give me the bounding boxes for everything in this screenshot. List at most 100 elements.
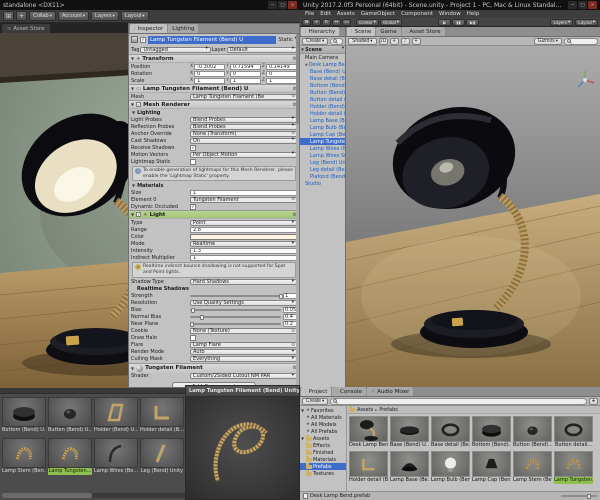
component-enabled-checkbox[interactable]: ✓: [136, 102, 142, 107]
scale-tool-icon[interactable]: ⇔: [332, 18, 341, 26]
dropdown-field[interactable]: Point ▾: [190, 219, 297, 226]
text-field[interactable]: 1: [190, 189, 297, 196]
hierarchy-item[interactable]: Bottom (Bend) Unity: [300, 82, 345, 89]
close-icon[interactable]: ×: [288, 1, 297, 9]
audio-toggle-icon[interactable]: ♪: [400, 37, 410, 45]
dropdown-field[interactable]: Realtime ▾: [190, 240, 297, 247]
asset-thumbnail[interactable]: Bottom (Bend)...: [472, 416, 511, 449]
slider[interactable]: 1: [190, 293, 297, 300]
favorite-item[interactable]: ★ All Models: [300, 421, 346, 428]
foldout-arrow-icon[interactable]: ▼: [305, 63, 308, 67]
collab-dropdown[interactable]: Collab ▾: [29, 11, 56, 21]
asset-thumbnail[interactable]: Lamp Stem (Ben...: [2, 438, 46, 475]
pan-tool-icon[interactable]: ⊞: [3, 11, 14, 21]
slider-value[interactable]: 0.2: [283, 321, 297, 328]
asset-thumbnail[interactable]: Holder detail (B...: [349, 451, 388, 484]
dropdown-field[interactable]: Blend Probes ▾: [190, 123, 297, 130]
asset-thumbnail[interactable]: Lamp Tungsten...: [554, 451, 593, 484]
minimize-icon[interactable]: ─: [268, 1, 277, 9]
layer-dropdown[interactable]: Default ▾: [226, 46, 298, 53]
text-field[interactable]: 1.3: [190, 247, 297, 254]
realtime-shadows-foldout[interactable]: Realtime Shadows: [129, 286, 299, 293]
foldout-arrow-icon[interactable]: ▼: [131, 102, 134, 107]
tab-inspector[interactable]: ⁞ Inspector: [130, 24, 168, 33]
play-icon[interactable]: ▶: [438, 19, 451, 26]
layers-dropdown[interactable]: Layers ▾: [91, 11, 119, 21]
hierarchy-item[interactable]: Lamp Cap (Bend) Unity: [300, 131, 345, 138]
preview-render[interactable]: [186, 397, 299, 499]
asset-thumbnail[interactable]: Lamp Stem (Be...: [513, 451, 552, 484]
slider-value[interactable]: 0.05: [283, 307, 297, 314]
lighting-foldout[interactable]: ▼ Lighting: [129, 109, 299, 116]
component-enabled-checkbox[interactable]: ✓: [136, 212, 142, 218]
asset-thumbnail[interactable]: Button (Bend)...: [513, 416, 552, 449]
dropdown-field[interactable]: Hard Shadows ▾: [190, 279, 297, 286]
axis-field[interactable]: 0: [229, 70, 261, 77]
tag-dropdown[interactable]: Untagged ▾: [140, 46, 211, 53]
foldout-arrow-icon[interactable]: ▼: [131, 56, 134, 61]
checkbox[interactable]: [190, 158, 297, 165]
close-icon[interactable]: ×: [588, 1, 597, 9]
axis-field[interactable]: 0: [194, 70, 226, 77]
text-field[interactable]: 1: [190, 254, 297, 261]
scene-header[interactable]: ▼ Scene ▾: [300, 46, 345, 54]
breadcrumb-folder[interactable]: Prefabs: [379, 407, 398, 413]
slider[interactable]: 0.2: [189, 321, 297, 328]
scrollbar-thumb[interactable]: [296, 34, 299, 124]
axis-field[interactable]: -0.3002: [194, 63, 226, 70]
object-field[interactable]: Lamp Flare ⊙: [190, 342, 297, 349]
color-field[interactable]: [190, 233, 297, 240]
scene-viewport[interactable]: [346, 46, 600, 387]
hierarchy-item[interactable]: Studio: [300, 180, 345, 187]
dropdown-field[interactable]: Everything ▾: [190, 356, 297, 363]
favorites-root[interactable]: ▼ ★ Favorites: [300, 407, 346, 414]
foldout-arrow-icon[interactable]: ▼: [301, 408, 305, 413]
hierarchy-item[interactable]: Holder (Bend) Unity: [300, 103, 345, 110]
slider-thumb[interactable]: [199, 314, 204, 320]
foldout-arrow-icon[interactable]: ▼: [131, 86, 134, 91]
hierarchy-search-input[interactable]: [330, 37, 343, 45]
asset-thumbnail[interactable]: Leg (Bend) Unity: [140, 438, 184, 475]
pause-icon[interactable]: ▮▮: [452, 19, 465, 26]
hierarchy-item[interactable]: Lamp Wires (Bend) Unity: [300, 145, 345, 152]
checkbox[interactable]: ✓: [190, 144, 297, 151]
object-field[interactable]: None (Transform) ⊙: [190, 130, 297, 137]
hierarchy-item[interactable]: Base (Bend) Unity: [300, 68, 345, 75]
object-field[interactable]: None (Texture) ⊙: [190, 328, 297, 335]
foldout-arrow-icon[interactable]: ▼: [131, 366, 134, 371]
lighting-toggle-icon[interactable]: ☀: [389, 37, 399, 45]
maximize-icon[interactable]: □: [278, 1, 287, 9]
active-checkbox[interactable]: ✓: [140, 36, 146, 43]
hierarchy-item[interactable]: Leg detail (Bend) Unity: [300, 166, 345, 173]
object-picker-icon[interactable]: ⊙: [291, 131, 295, 136]
pivot-global-button[interactable]: Global ▾: [379, 18, 403, 26]
project-search-input[interactable]: [330, 397, 587, 405]
asset-thumbnail[interactable]: Button (Bend) U...: [48, 397, 92, 434]
asset-thumbnail[interactable]: Bottom (Bend) U...: [2, 397, 46, 434]
asset-thumbnail[interactable]: Lamp Cap (Ben...: [472, 451, 511, 484]
scrollbar-thumb[interactable]: [2, 493, 92, 498]
favorite-item[interactable]: ★ All Prefabs: [300, 428, 346, 435]
asset-thumbnail[interactable]: Holder (Bend) U...: [94, 397, 138, 434]
axis-field[interactable]: 0.71594: [229, 63, 261, 70]
step-icon[interactable]: ▶▮: [466, 19, 479, 26]
transform-component-header[interactable]: ▼ + Transform ⚙: [129, 54, 299, 63]
tab-audio-mixer[interactable]: ≡ Audio Mixer: [366, 387, 414, 396]
menu-edit[interactable]: Edit: [317, 11, 334, 17]
asset-thumbnail[interactable]: Lamp Wires (Be...: [94, 438, 138, 475]
hierarchy-item[interactable]: Main Camera: [300, 54, 345, 61]
dropdown-field[interactable]: Auto ▾: [190, 349, 297, 356]
tab-lighting[interactable]: Lighting: [168, 24, 199, 33]
slider-thumb[interactable]: [189, 321, 194, 327]
hierarchy-item[interactable]: Base detail (Bend) Unity: [300, 75, 345, 82]
dropdown-field[interactable]: Use Quality Settings ▾: [190, 300, 297, 307]
slider-thumb[interactable]: [587, 493, 591, 499]
asset-thumbnail[interactable]: Base detail (Be...: [431, 416, 470, 449]
menu-component[interactable]: Component: [398, 11, 436, 17]
menu-help[interactable]: Help: [464, 11, 483, 17]
hierarchy-item[interactable]: Holder detail (Bend) Unity: [300, 110, 345, 117]
tab-asset-store[interactable]: ⁞ Asset Store: [401, 27, 445, 36]
object-picker-icon[interactable]: ⊙: [291, 343, 295, 348]
slider-thumb[interactable]: [279, 293, 283, 299]
dropdown-field[interactable]: On ▾: [190, 137, 297, 144]
